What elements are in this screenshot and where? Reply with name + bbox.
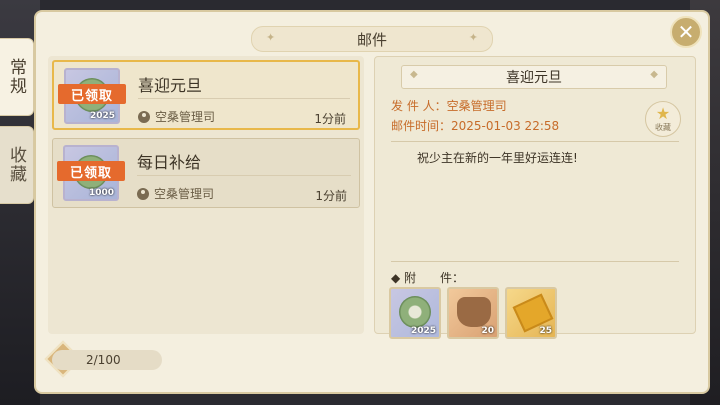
detail-sender: 发 件 人：空桑管理司 [391,99,507,113]
tab-normal[interactable]: 常规 [0,38,34,116]
person-icon [138,110,150,123]
attachment-label: ◆ 附 件： [391,271,465,285]
mail-item-new-year[interactable]: 2025 已领取 喜迎元旦 空桑管理司 1分前 [52,60,360,130]
attachment-ticket[interactable]: 25 [505,287,557,339]
mail-panel: 邮件 ✕ 2025 已领取 喜迎元旦 空桑管理司 1分前 1000 已领取 每日… [34,10,710,394]
panel-title: 邮件 [251,26,493,52]
favorite-label: 收藏 [655,122,671,132]
bag-icon [457,297,491,327]
reward-amount: 2025 [89,111,115,121]
mail-title: 喜迎元旦 [138,76,203,95]
mail-content: 祝少主在新的一年里好运连连! [417,151,578,165]
mail-detail: 喜迎元旦 发 件 人：空桑管理司 邮件时间：2025-01-03 22:58 ★… [374,56,696,339]
received-badge: 已领取 [58,84,126,104]
mail-sender: 空桑管理司 [138,108,215,125]
divider [138,98,350,99]
close-icon: ✕ [677,20,695,44]
divider [137,175,351,176]
sender-name: 空桑管理司 [155,110,216,124]
attachment-amount: 20 [481,326,494,336]
mail-count: 2/100 [52,350,162,370]
divider [391,141,679,142]
jade-coin-icon [399,296,431,328]
mail-sender: 空桑管理司 [137,185,214,202]
attachment-coin[interactable]: 2025 [389,287,441,339]
mail-item-daily-supply[interactable]: 1000 已领取 每日补给 空桑管理司 1分前 [52,138,360,208]
star-icon: ★ [655,103,671,123]
mail-list: 2025 已领取 喜迎元旦 空桑管理司 1分前 1000 已领取 每日补给 空桑… [48,56,364,334]
person-icon [137,187,149,200]
detail-time: 邮件时间：2025-01-03 22:58 [391,119,560,133]
divider [391,261,679,262]
tab-favorites[interactable]: 收藏 [0,126,34,204]
reward-amount: 1000 [88,188,114,198]
attachment-amount: 25 [539,326,552,336]
sender-name: 空桑管理司 [154,187,215,201]
attachment-bag[interactable]: 20 [447,287,499,339]
favorite-button[interactable]: ★ 收藏 [645,101,681,137]
mail-title: 每日补给 [137,153,202,172]
received-badge: 已领取 [57,161,125,181]
mail-time: 1分前 [314,112,346,126]
mail-time: 1分前 [315,189,347,203]
close-button[interactable]: ✕ [670,16,702,48]
detail-title: 喜迎元旦 [401,65,667,89]
attachment-amount: 2025 [410,326,436,336]
